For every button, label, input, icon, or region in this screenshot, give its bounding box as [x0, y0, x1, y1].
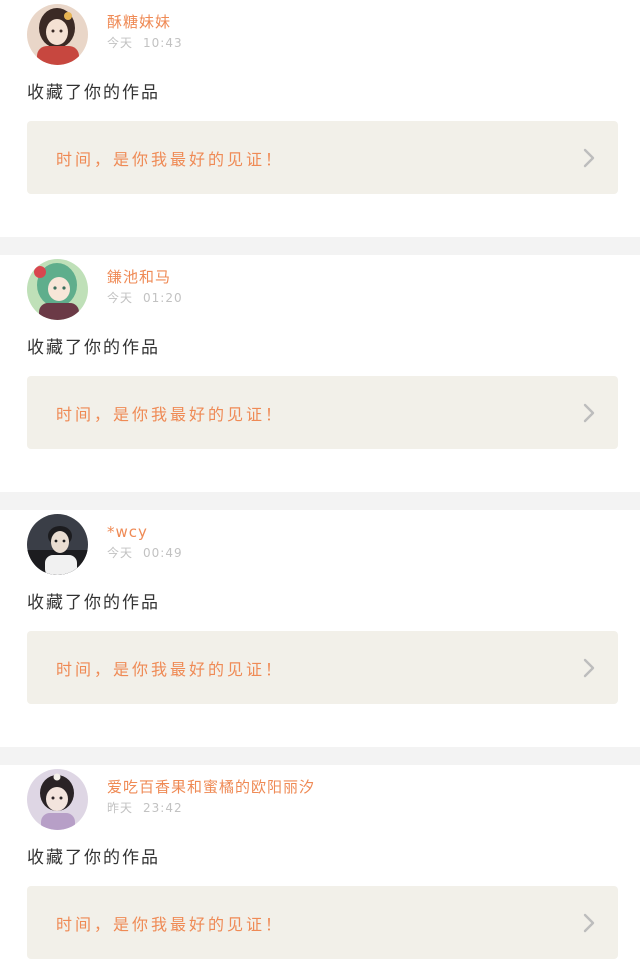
- chevron-right-icon: [583, 658, 595, 677]
- username[interactable]: 酥糖妹妹: [107, 12, 183, 32]
- avatar[interactable]: [27, 768, 88, 830]
- timestamp-time: 23:42: [143, 801, 183, 815]
- timestamp: 昨天 23:42: [107, 799, 315, 817]
- avatar-image: [27, 768, 88, 830]
- avatar[interactable]: [27, 258, 88, 320]
- timestamp-time: 10:43: [143, 36, 183, 50]
- timestamp-time: 01:20: [143, 291, 183, 305]
- timestamp: 今天 10:43: [107, 34, 183, 52]
- quote-link[interactable]: 时间，是你我最好的见证！: [27, 631, 618, 704]
- notification-card: 爱吃百香果和蜜橘的欧阳丽汐 昨天 23:42 收藏了你的作品 时间，是你我最好的见…: [0, 765, 640, 959]
- timestamp-day: 今天: [107, 291, 134, 305]
- user-meta: 酥糖妹妹 今天 10:43: [107, 12, 183, 52]
- timestamp-day: 昨天: [107, 801, 134, 815]
- user-meta: 鎌池和马 今天 01:20: [107, 267, 183, 307]
- card-header: 鎌池和马 今天 01:20: [27, 258, 618, 320]
- notification-card: 鎌池和马 今天 01:20 收藏了你的作品 时间，是你我最好的见证！: [0, 255, 640, 492]
- notification-card: 酥糖妹妹 今天 10:43 收藏了你的作品 时间，是你我最好的见证！: [0, 0, 640, 237]
- timestamp: 今天 00:49: [107, 544, 183, 562]
- action-text: 收藏了你的作品: [27, 848, 160, 868]
- timestamp-day: 今天: [107, 546, 134, 560]
- avatar-image: [27, 3, 88, 65]
- quote-text: 时间，是你我最好的见证！: [56, 659, 285, 679]
- user-meta: *wcy 今天 00:49: [107, 522, 183, 562]
- notification-feed: 酥糖妹妹 今天 10:43 收藏了你的作品 时间，是你我最好的见证！ 鎌池和马 …: [0, 0, 640, 959]
- quote-link[interactable]: 时间，是你我最好的见证！: [27, 886, 618, 959]
- username[interactable]: 爱吃百香果和蜜橘的欧阳丽汐: [107, 777, 315, 797]
- card-header: 爱吃百香果和蜜橘的欧阳丽汐 昨天 23:42: [27, 768, 618, 830]
- action-text: 收藏了你的作品: [27, 338, 160, 358]
- action-text: 收藏了你的作品: [27, 83, 160, 103]
- username[interactable]: 鎌池和马: [107, 267, 183, 287]
- notification-card: *wcy 今天 00:49 收藏了你的作品 时间，是你我最好的见证！: [0, 510, 640, 747]
- quote-text: 时间，是你我最好的见证！: [56, 914, 285, 934]
- avatar-image: [27, 513, 88, 575]
- action-text: 收藏了你的作品: [27, 593, 160, 613]
- avatar[interactable]: [27, 513, 88, 575]
- quote-text: 时间，是你我最好的见证！: [56, 149, 285, 169]
- user-meta: 爱吃百香果和蜜橘的欧阳丽汐 昨天 23:42: [107, 777, 315, 817]
- chevron-right-icon: [583, 403, 595, 422]
- timestamp-day: 今天: [107, 36, 134, 50]
- chevron-right-icon: [583, 148, 595, 167]
- card-header: 酥糖妹妹 今天 10:43: [27, 3, 618, 65]
- timestamp-time: 00:49: [143, 546, 183, 560]
- timestamp: 今天 01:20: [107, 289, 183, 307]
- quote-link[interactable]: 时间，是你我最好的见证！: [27, 376, 618, 449]
- quote-link[interactable]: 时间，是你我最好的见证！: [27, 121, 618, 194]
- username[interactable]: *wcy: [107, 522, 183, 542]
- avatar[interactable]: [27, 3, 88, 65]
- quote-text: 时间，是你我最好的见证！: [56, 404, 285, 424]
- avatar-image: [27, 258, 88, 320]
- card-header: *wcy 今天 00:49: [27, 513, 618, 575]
- chevron-right-icon: [583, 913, 595, 932]
